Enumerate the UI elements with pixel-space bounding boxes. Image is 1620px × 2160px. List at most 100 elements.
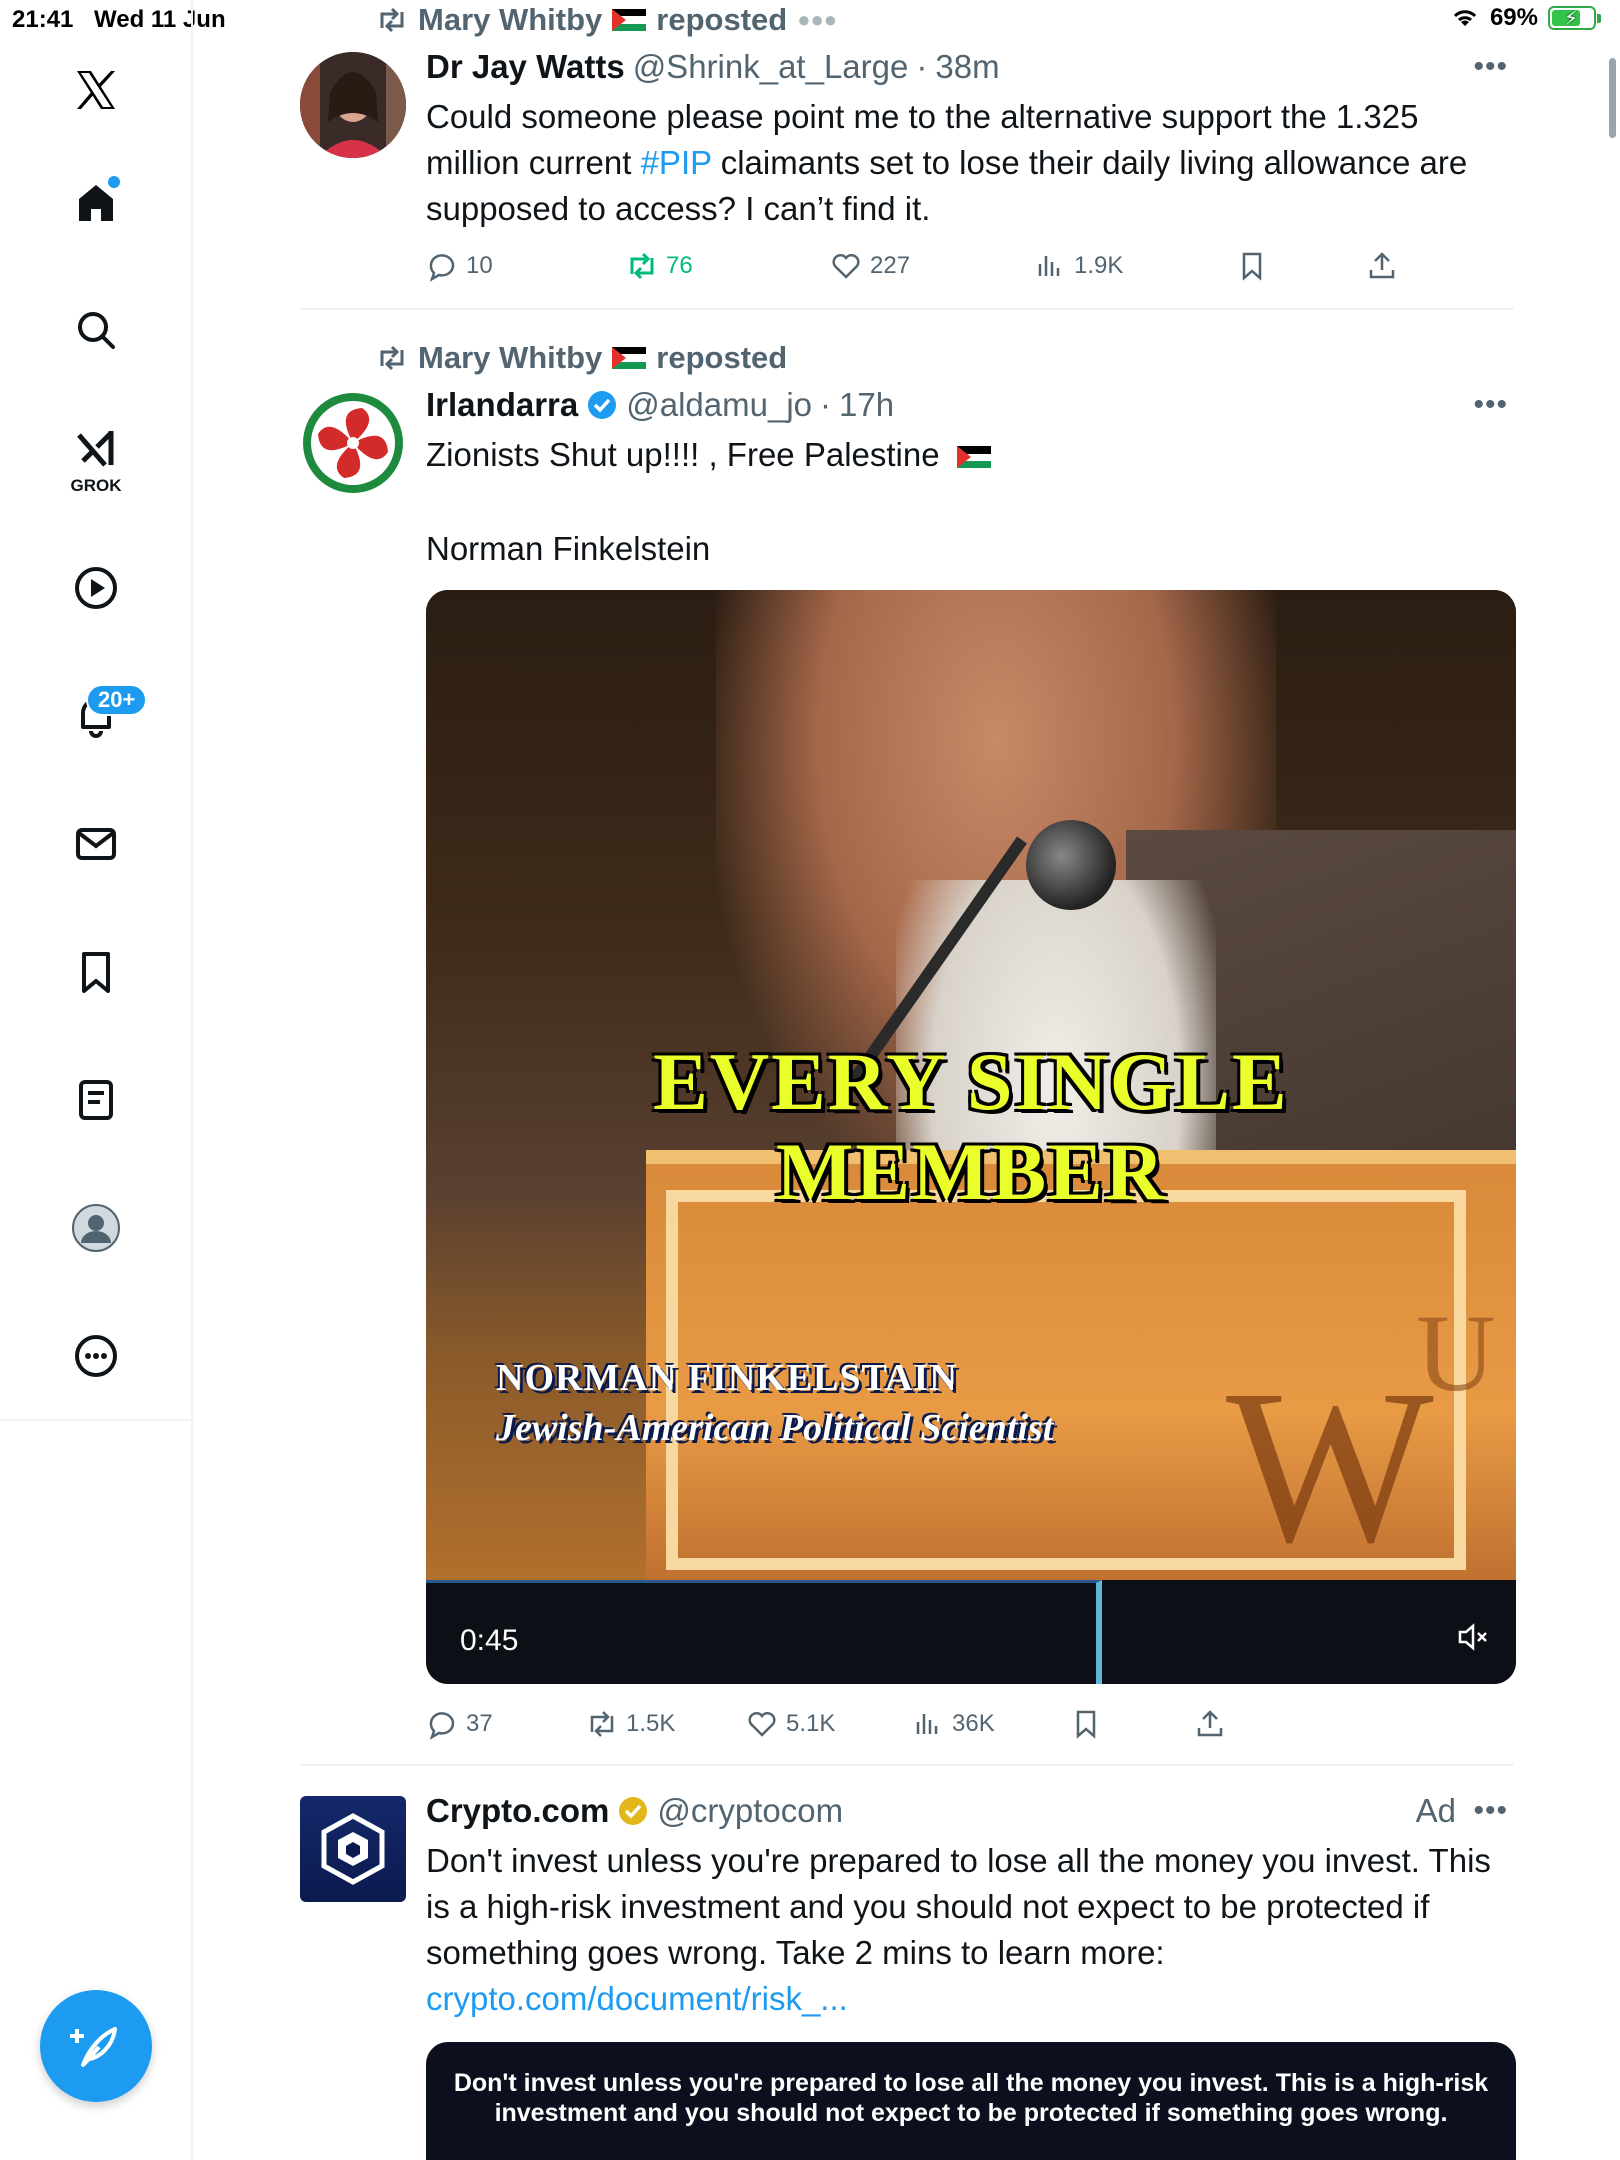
views-button[interactable]: 1.9K [1034,250,1123,282]
advertiser-avatar[interactable] [300,1796,406,1902]
video-role-caption: Jewish-American Political Scientist [496,1407,1054,1449]
lists-icon[interactable] [66,1070,126,1130]
play-video-icon[interactable] [66,558,126,618]
views-button[interactable]: 36K [912,1708,995,1740]
heart-icon [832,253,860,279]
bookmark-icon [1242,252,1262,281]
dot-separator: · [820,386,832,423]
search-icon[interactable] [66,300,126,360]
views-chart-icon [1038,256,1060,276]
home-unread-dot [108,176,120,188]
post-separator [300,308,1514,310]
author-handle[interactable]: @cryptocom [657,1792,843,1830]
post-time[interactable]: 38m [935,48,999,86]
post-text-line2: Norman Finkelstein [426,530,711,567]
post-author-row: Crypto.com @cryptocom [426,1792,843,1830]
like-button[interactable]: 5.1K [746,1708,835,1740]
post-separator [300,1764,1514,1766]
repost-dots-icon: ●●● [797,7,838,32]
grok-icon[interactable] [66,420,126,480]
share-button[interactable] [1194,1708,1226,1740]
video-name-caption: NORMAN FINKELSTAIN [496,1357,958,1399]
bookmark-button[interactable] [1236,250,1268,282]
post-text: Zionists Shut up!!!! , Free Palestine [426,432,1516,478]
video-caption-line1: EVERY SINGLE [653,1036,1289,1127]
repost-icon [380,7,404,33]
post-author-row: Irlandarra @aldamu_jo · 17h [426,386,894,424]
share-button[interactable] [1366,250,1398,282]
video-duration: 0:45 [460,1624,519,1657]
battery-percent: 69% [1489,4,1538,31]
author-avatar[interactable] [300,390,406,496]
dot-separator: · [916,48,928,85]
messages-envelope-icon[interactable] [66,814,126,874]
mute-icon[interactable] [1456,1620,1490,1654]
heart-icon [748,1711,776,1737]
sidebar-divider [0,1419,193,1421]
reply-button[interactable]: 37 [426,1708,493,1740]
palestine-flag-icon [612,347,647,369]
scrollbar[interactable] [1609,58,1616,138]
author-handle[interactable]: @Shrink_at_Large [633,48,909,86]
ad-link[interactable]: crypto.com/document/risk_... [426,1976,1516,2022]
author-name[interactable]: Crypto.com [426,1792,609,1830]
repost-indicator[interactable]: Mary Whitby reposted ●●● [376,2,837,38]
repost-button[interactable]: 76 [626,250,693,282]
home-icon[interactable] [66,172,126,232]
share-icon [1369,252,1395,279]
repost-indicator[interactable]: Mary Whitby reposted [376,340,787,376]
post-more-icon[interactable]: ••• [1473,50,1508,84]
palestine-flag-icon [956,446,991,469]
post-text: Don't invest unless you're prepared to l… [426,1838,1516,2022]
more-options-icon[interactable] [66,1326,126,1386]
video-caption-line2: MEMBER [775,1126,1167,1217]
compose-post-button[interactable] [40,1990,152,2102]
podium-letter-w: W [1226,1344,1434,1588]
like-button[interactable]: 227 [830,250,910,282]
post-more-icon[interactable]: ••• [1473,1794,1508,1828]
repost-icon [380,345,404,371]
author-name[interactable]: Irlandarra [426,386,578,424]
views-chart-icon [916,1714,938,1734]
reply-button[interactable]: 10 [426,250,493,282]
compose-feather-icon [70,2027,117,2067]
post-text: Could someone please point me to the alt… [426,98,1468,227]
verified-gold-badge-icon [619,1797,648,1825]
crypto-logo-icon [321,1813,385,1885]
hashtag-link[interactable]: #PIP [641,144,712,181]
ad-label: Ad [1415,1792,1456,1829]
sidebar: GROK 20+ [0,0,193,2160]
author-avatar[interactable] [300,52,406,158]
reply-icon [429,254,455,282]
x-logo-icon[interactable] [66,60,126,120]
grok-label: GROK [70,476,122,495]
bookmarks-icon[interactable] [66,942,126,1002]
share-icon [1197,1710,1223,1737]
post-time[interactable]: 17h [839,386,894,424]
notifications-badge: 20+ [86,684,148,716]
bookmark-icon [1076,1710,1096,1739]
author-handle[interactable]: @aldamu_jo [626,386,812,424]
battery-icon: ⚡ [1548,6,1601,30]
profile-avatar-icon[interactable] [66,1198,126,1258]
reply-icon [429,1712,455,1740]
palestine-flag-icon [612,9,647,31]
post-actions: 37 1.5K 5.1K 36K [426,1708,1426,1748]
repost-button[interactable]: 1.5K [586,1708,675,1740]
repost-icon [630,252,654,280]
reposter-name: Mary Whitby [418,340,603,375]
repost-icon [590,1711,614,1737]
post-more-icon[interactable]: ••• [1473,388,1508,422]
video-player[interactable]: W U EVERY SINGLE MEMBER NORMAN FINKELSTA… [426,590,1516,1684]
bookmark-button[interactable] [1070,1708,1102,1740]
repost-suffix: reposted [656,2,788,37]
post-actions: 10 76 227 1.9K [426,250,1426,290]
repost-suffix: reposted [656,340,788,375]
verified-badge-icon [588,391,617,419]
post-author-row: Dr Jay Watts @Shrink_at_Large · 38m [426,48,1000,86]
ad-banner[interactable]: Don't invest unless you're prepared to l… [426,2042,1516,2160]
author-name[interactable]: Dr Jay Watts [426,48,625,86]
reposter-name: Mary Whitby [418,2,603,37]
video-progress-bar[interactable] [426,1580,1102,1684]
podium-letter-u: U [1416,1292,1496,1414]
